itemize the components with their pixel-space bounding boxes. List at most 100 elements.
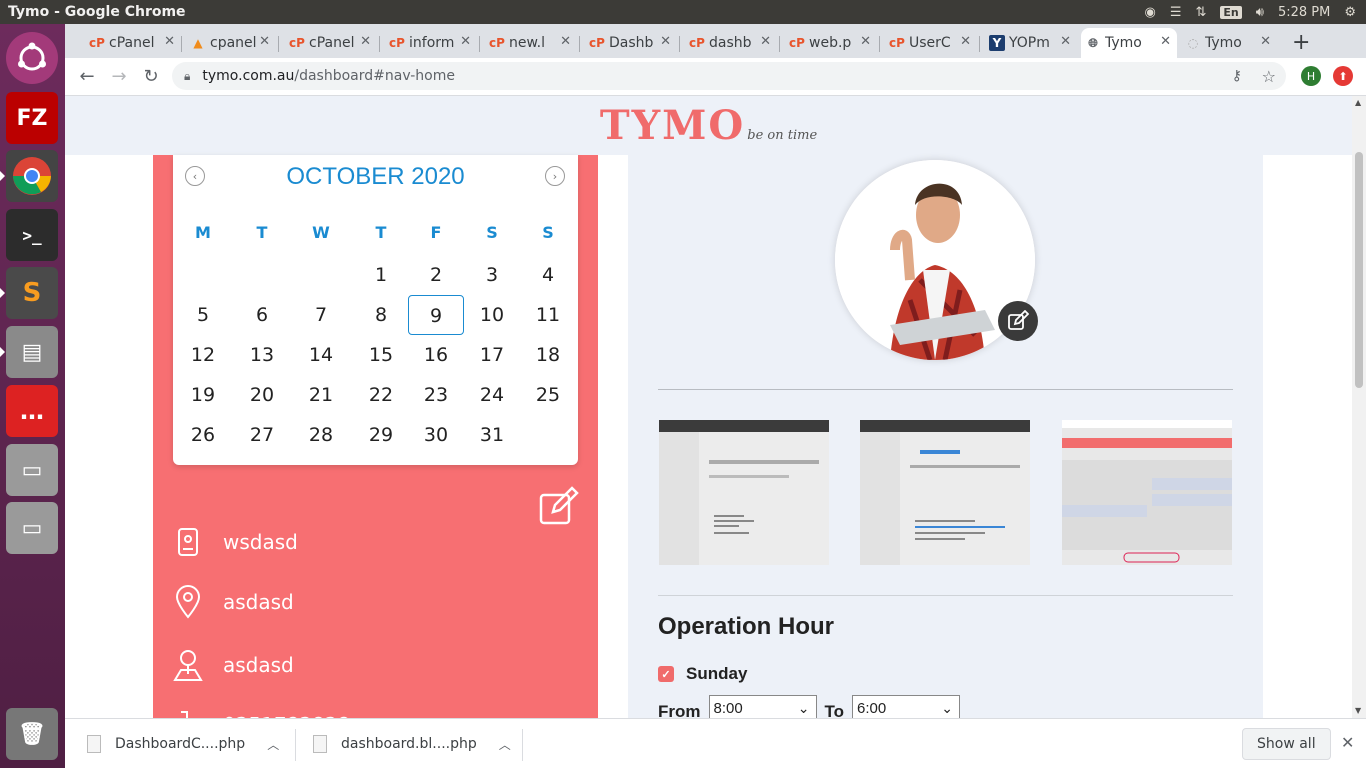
download-item[interactable]: DashboardC....php ︿ (87, 719, 279, 768)
calendar-day[interactable]: 31 (464, 415, 520, 455)
close-icon[interactable]: ✕ (164, 34, 175, 49)
chrome-icon[interactable] (0, 150, 58, 202)
calendar-day[interactable]: 28 (293, 415, 349, 455)
close-icon[interactable]: ✕ (1341, 733, 1354, 752)
chevron-up-icon[interactable]: ︿ (267, 736, 279, 753)
calendar-day[interactable]: 11 (520, 295, 576, 335)
tab-5[interactable]: cP Dashb ✕ (585, 28, 677, 58)
calendar-day[interactable]: 26 (175, 415, 231, 455)
extension-icon[interactable]: ⬆ (1333, 66, 1353, 86)
calendar-day[interactable]: 2 (408, 255, 464, 295)
close-icon[interactable]: ✕ (1060, 34, 1071, 49)
new-tab-button[interactable]: + (1292, 30, 1310, 55)
from-time-select[interactable]: 8:00 (708, 695, 817, 718)
calendar-day[interactable]: 4 (520, 255, 576, 295)
profile-avatar[interactable]: H (1301, 66, 1321, 86)
drive-icon[interactable]: ▭ (6, 502, 58, 554)
close-icon[interactable]: ✕ (460, 34, 471, 49)
terminal-icon[interactable]: >_ (6, 209, 58, 261)
volume-icon[interactable]: 🔊︎ (1256, 5, 1264, 20)
next-month-icon[interactable]: › (545, 166, 565, 186)
trash-icon[interactable]: 🗑︎ (6, 708, 58, 760)
calendar-day[interactable]: 15 (353, 335, 409, 375)
to-time-select[interactable]: 6:00 (852, 695, 961, 718)
gear-icon[interactable]: ⚙ (1344, 5, 1356, 20)
tab-7[interactable]: cP web.p ✕ (785, 28, 877, 58)
bookmark-star-icon[interactable]: ☆ (1262, 67, 1276, 86)
close-icon[interactable]: ✕ (760, 34, 771, 49)
calendar-day[interactable]: 1 (353, 255, 409, 295)
network-icon[interactable]: ⇅ (1195, 5, 1206, 20)
close-icon[interactable]: ✕ (1160, 34, 1171, 49)
key-icon[interactable]: ⚷ (1232, 68, 1242, 84)
filezilla-icon[interactable]: FZ (6, 92, 58, 144)
eye-icon[interactable]: ◉ (1144, 5, 1155, 20)
tab-8[interactable]: cP UserC ✕ (885, 28, 977, 58)
list-icon[interactable]: ☰ (1170, 5, 1182, 20)
calendar-day[interactable]: 22 (353, 375, 409, 415)
clock[interactable]: 5:28 PM (1278, 5, 1330, 20)
calendar-day[interactable]: 10 (464, 295, 520, 335)
calendar-day[interactable]: 24 (464, 375, 520, 415)
sunday-checkbox[interactable]: ✓ (658, 666, 674, 682)
close-icon[interactable]: ✕ (1260, 34, 1271, 49)
close-icon[interactable]: ✕ (860, 34, 871, 49)
scroll-up-icon[interactable]: ▲ (1355, 98, 1361, 107)
calendar-day[interactable]: 17 (464, 335, 520, 375)
reload-icon[interactable]: ↻ (135, 66, 167, 87)
calendar-day[interactable]: 3 (464, 255, 520, 295)
address-bar[interactable]: 🔒︎ tymo.com.au/dashboard#nav-home ⚷ ☆ (172, 62, 1286, 90)
drive-icon[interactable]: ▭ (6, 444, 58, 496)
calendar-day[interactable]: 14 (293, 335, 349, 375)
page-scrollbar[interactable]: ▲ ▼ (1352, 96, 1366, 718)
tab-3[interactable]: cP inform ✕ (385, 28, 477, 58)
scroll-down-icon[interactable]: ▼ (1355, 706, 1361, 715)
calendar-day[interactable]: 7 (293, 295, 349, 335)
tab-4[interactable]: cP new.l ✕ (485, 28, 577, 58)
calendar-day-today[interactable]: 9 (408, 295, 464, 335)
calendar-day[interactable]: 20 (234, 375, 290, 415)
calendar-day[interactable]: 6 (234, 295, 290, 335)
back-arrow-icon[interactable]: ← (71, 66, 103, 87)
tab-0[interactable]: cP cPanel ✕ (85, 28, 181, 58)
show-all-button[interactable]: Show all (1242, 728, 1331, 760)
tab-1[interactable]: ▲ cpanel ✕ (186, 28, 276, 58)
tab-2[interactable]: cP cPanel ✕ (285, 28, 377, 58)
tab-11[interactable]: ◌ Tymo ✕ (1181, 28, 1277, 58)
edit-icon[interactable] (538, 485, 580, 527)
calendar-day[interactable]: 21 (293, 375, 349, 415)
lock-icon[interactable]: 🔒︎ (184, 69, 190, 84)
close-icon[interactable]: ✕ (960, 34, 971, 49)
tymo-logo[interactable]: TYMO be on time (600, 102, 817, 149)
file-manager-icon[interactable]: ▤ (0, 326, 58, 378)
gallery-image[interactable] (659, 420, 829, 565)
scrollbar-thumb[interactable] (1355, 152, 1363, 388)
chat-icon[interactable]: … (6, 385, 58, 437)
close-icon[interactable]: ✕ (560, 34, 571, 49)
download-item[interactable]: dashboard.bl....php ︿ (313, 719, 511, 768)
calendar-day[interactable]: 30 (408, 415, 464, 455)
calendar-day[interactable]: 19 (175, 375, 231, 415)
forward-arrow-icon[interactable]: → (103, 66, 135, 87)
calendar-day[interactable]: 23 (408, 375, 464, 415)
close-icon[interactable]: ✕ (259, 34, 270, 49)
edit-photo-icon[interactable] (998, 301, 1038, 341)
tab-6[interactable]: cP dashb ✕ (685, 28, 777, 58)
calendar-day[interactable]: 8 (353, 295, 409, 335)
calendar-day[interactable]: 13 (234, 335, 290, 375)
calendar-day[interactable]: 5 (175, 295, 231, 335)
calendar-day[interactable]: 25 (520, 375, 576, 415)
close-icon[interactable]: ✕ (660, 34, 671, 49)
calendar-day[interactable]: 18 (520, 335, 576, 375)
close-icon[interactable]: ✕ (360, 34, 371, 49)
tab-9[interactable]: Y YOPm ✕ (985, 28, 1077, 58)
ubuntu-logo-icon[interactable] (6, 32, 58, 84)
gallery-image[interactable] (1062, 420, 1232, 565)
tab-10[interactable]: 🌐︎ Tymo ✕ (1081, 28, 1177, 58)
calendar-day[interactable]: 29 (353, 415, 409, 455)
calendar-day[interactable]: 12 (175, 335, 231, 375)
keyboard-language[interactable]: En (1220, 5, 1242, 19)
calendar-day[interactable]: 27 (234, 415, 290, 455)
calendar-day[interactable]: 16 (408, 335, 464, 375)
sublime-text-icon[interactable]: S (0, 267, 58, 319)
